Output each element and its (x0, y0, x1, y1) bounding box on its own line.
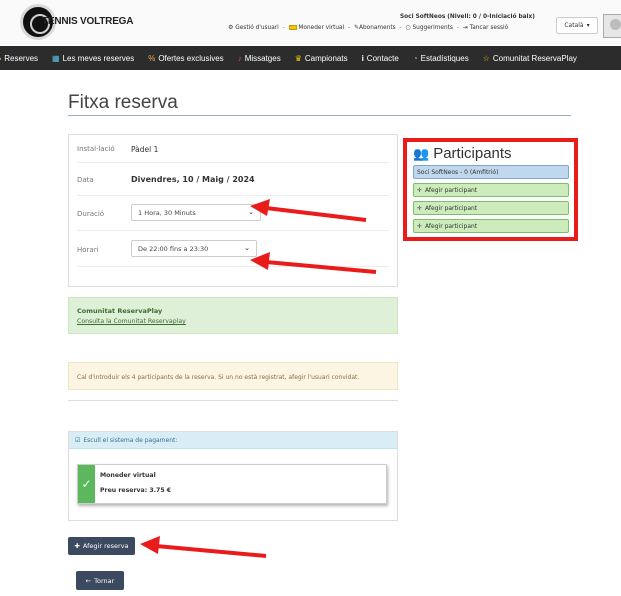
subscriptions-link[interactable]: Abonaments (359, 25, 396, 31)
logout-icon: ⇥ (462, 24, 468, 31)
add-participant-button[interactable]: ✛ Afegir participant (413, 201, 569, 215)
arrow-left-icon: ← (85, 576, 92, 585)
warning-text: Cal d'introduir els 4 participants de la… (77, 374, 360, 381)
wallet-icon (288, 25, 297, 30)
avatar[interactable] (603, 14, 621, 38)
page-title: Fitxa reserva (68, 92, 178, 113)
separator: - (456, 25, 459, 31)
language-select[interactable]: Català ▾ (556, 17, 598, 34)
add-reservation-button[interactable]: ✚ Afegir reserva (68, 537, 135, 555)
community-title: Comunitat ReservaPlay (77, 307, 163, 315)
plus-icon: ✛ (417, 222, 423, 230)
participant-host[interactable]: Soci SoftNeos - 0 (Amfitrió) (413, 165, 569, 179)
calendar-icon: ▦ (52, 53, 60, 63)
plus-icon: ✚ (74, 542, 80, 550)
club-name: TENNIS VOLTREGA (42, 16, 134, 27)
percent-icon: % (148, 53, 156, 63)
language-label: Català (564, 22, 584, 29)
payment-header-text: Escull el sistema de pagament: (83, 436, 178, 444)
wallet-link[interactable]: Moneder virtual (298, 25, 344, 31)
user-status: Soci SoftNeos (Nivell: 0 / 0-Iniciació b… (400, 14, 535, 20)
community-box: Comunitat ReservaPlay Consulta la Comuni… (68, 297, 398, 334)
title-divider (68, 115, 571, 116)
installation-label: Instal·lació (77, 145, 115, 153)
add-participant-label: Afegir participant (425, 186, 478, 194)
separator: - (282, 25, 285, 31)
nav-item-reserves[interactable]: ♣ Reserves (0, 54, 38, 63)
schedule-label: Horari (77, 246, 99, 254)
add-participant-button[interactable]: ✛ Afegir participant (413, 219, 569, 233)
chart-icon: ◔ (412, 53, 418, 63)
annotation-arrow (140, 536, 267, 558)
schedule-select[interactable]: De 22:00 fins a 23:30 ⌄ (131, 240, 257, 257)
participants-title-text: Participants (433, 145, 512, 162)
add-participant-label: Afegir participant (425, 204, 478, 212)
installation-value: Pàdel 1 (131, 145, 159, 154)
nav-item-community[interactable]: ☆ Comunitat ReservaPlay (483, 54, 577, 63)
nav-label: Campionats (304, 53, 348, 63)
annotation-arrow (250, 199, 367, 222)
nav-item-contact[interactable]: i Contacte (362, 54, 399, 63)
date-label: Data (77, 176, 94, 184)
header: TENNIS VOLTREGA Soci SoftNeos (Nivell: 0… (0, 0, 621, 44)
nav-item-statistics[interactable]: ◔ Estadístiques (413, 54, 469, 63)
add-participant-button[interactable]: ✛ Afegir participant (413, 183, 569, 197)
payment-header: ☑ Escull el sistema de pagament: (69, 432, 397, 449)
duration-value: 1 Hora, 30 Minuts (138, 208, 196, 217)
schedule-value: De 22:00 fins a 23:30 (138, 244, 209, 253)
nav-label: Reserves (4, 53, 39, 63)
divider (68, 400, 398, 401)
nav-label: Estadístiques (420, 53, 469, 63)
comment-icon: ○ (405, 24, 411, 31)
back-label: Tornar (94, 576, 115, 585)
date-value: Divendres, 10 / Maig / 2024 (131, 175, 255, 184)
duration-select[interactable]: 1 Hora, 30 Minuts ⌄ (131, 204, 261, 221)
date-row: Data Divendres, 10 / Maig / 2024 (77, 163, 389, 196)
payment-method-name: Moneder virtual (100, 472, 156, 479)
payment-price: Preu reserva: 3.75 € (100, 487, 172, 494)
bell-icon: ♪ (237, 53, 242, 63)
nav-label: Comunitat ReservaPlay (492, 53, 577, 63)
duration-label: Duració (77, 210, 105, 218)
add-participant-label: Afegir participant (425, 222, 478, 230)
payment-option-wallet[interactable]: ✓ Moneder virtual Preu reserva: 3.75 € (77, 464, 387, 504)
add-reservation-label: Afegir reserva (82, 542, 129, 550)
suggestions-link[interactable]: Suggeriments (413, 25, 453, 31)
users-icon: 👥 (413, 145, 430, 161)
nav-label: Les meves reserves (62, 53, 135, 63)
participants-warning: Cal d'introduir els 4 participants de la… (68, 362, 398, 390)
plus-icon: ✛ (417, 186, 423, 194)
participants-title: 👥 Participants (413, 145, 512, 162)
check-icon: ✓ (78, 465, 95, 503)
payment-panel: ☑ Escull el sistema de pagament: ✓ Moned… (68, 431, 398, 521)
nav-item-my-reservations[interactable]: ▦ Les meves reserves (52, 54, 134, 63)
gear-icon: ⚙ (228, 24, 234, 31)
nav-item-offers[interactable]: % Ofertes exclusives (148, 54, 223, 63)
nav-label: Missatges (244, 53, 281, 63)
manage-user-link[interactable]: Gestió d'usuari (235, 25, 279, 31)
trophy-icon: ♛ (294, 53, 302, 63)
star-icon: ☆ (482, 53, 490, 63)
back-button[interactable]: ← Tornar (76, 571, 124, 590)
info-icon: i (361, 53, 364, 63)
annotation-arrow (250, 252, 377, 274)
main-nav: ♣ Reserves ▦ Les meves reserves % Oferte… (0, 46, 621, 70)
nav-label: Contacte (366, 53, 399, 63)
community-link[interactable]: Consulta la Comunitat Reservaplay (77, 318, 186, 325)
user-links: ⚙ Gestió d'usuari - Moneder virtual - ✎A… (228, 24, 508, 31)
participant-host-label: Soci SoftNeos - 0 (Amfitrió) (417, 168, 499, 176)
nav-item-championships[interactable]: ♛ Campionats (295, 54, 348, 63)
plus-icon: ✛ (417, 204, 423, 212)
nav-item-messages[interactable]: ♪ Missatges (238, 54, 281, 63)
separator: - (348, 25, 351, 31)
nav-label: Ofertes exclusives (158, 53, 224, 63)
caret-down-icon: ▾ (586, 22, 590, 29)
installation-row: Instal·lació Pàdel 1 (77, 135, 389, 163)
checkbox-icon: ☑ (75, 436, 81, 444)
separator: - (399, 25, 402, 31)
leaf-icon: ♣ (0, 54, 1, 63)
logout-link[interactable]: Tancar sessió (470, 25, 509, 31)
participants-panel: 👥 Participants Soci SoftNeos - 0 (Amfitr… (403, 138, 578, 241)
